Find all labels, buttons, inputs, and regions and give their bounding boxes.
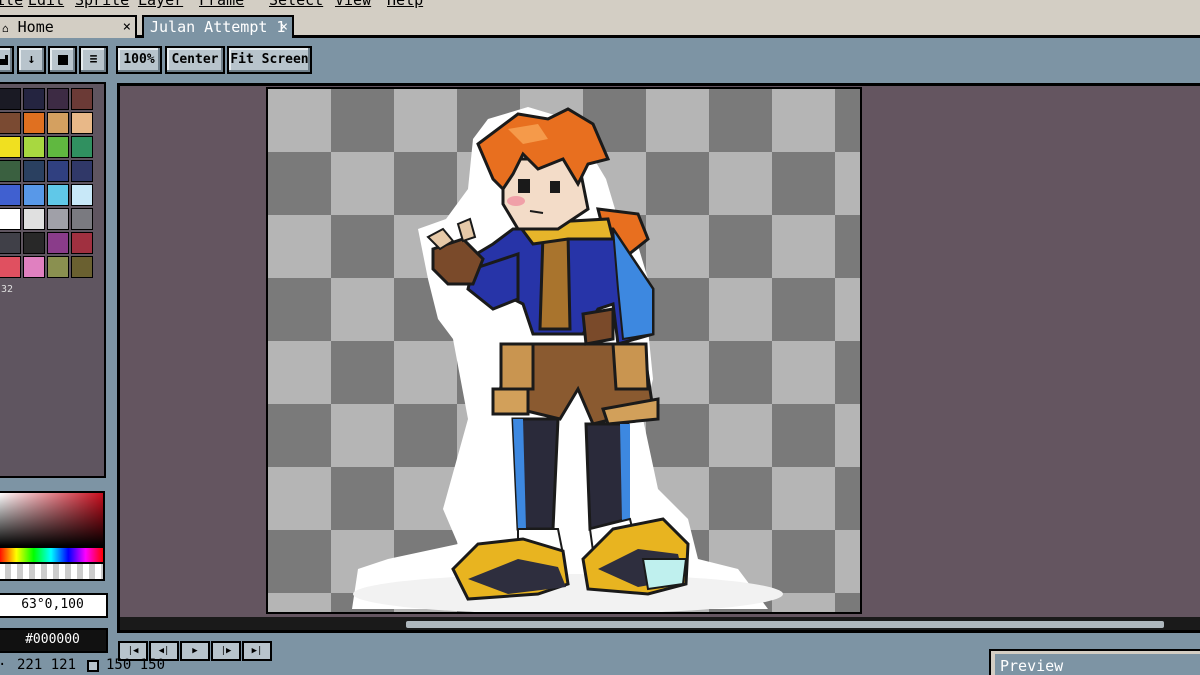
cursor-icon: · (0, 657, 6, 673)
menu-button[interactable]: ≡ (79, 46, 108, 74)
palette-swatch[interactable] (23, 88, 45, 110)
menu-help[interactable]: Help (387, 0, 423, 9)
hue-slider[interactable] (0, 548, 105, 564)
menu-layer[interactable]: Layer (138, 0, 183, 9)
palette-swatch[interactable] (71, 136, 93, 158)
character-sprite (352, 107, 783, 612)
palette-swatch[interactable] (0, 112, 21, 134)
zoom-100-button[interactable]: 100% (116, 46, 162, 74)
palette-swatch[interactable] (0, 184, 21, 206)
palette-swatch[interactable] (47, 160, 69, 182)
import-icon: ↓ (27, 52, 36, 67)
palette-swatch[interactable] (71, 184, 93, 206)
menu-file[interactable]: File (0, 0, 23, 9)
menu-select[interactable]: Select (269, 0, 323, 9)
layer-icon (57, 55, 68, 65)
palette-swatch[interactable] (23, 232, 45, 254)
save-icon (0, 55, 8, 65)
tab-julan-label: Julan Attempt 1 (150, 18, 286, 36)
home-icon: ⌂ (2, 22, 9, 35)
menu-view[interactable]: View (335, 0, 371, 9)
palette-swatch[interactable] (0, 136, 21, 158)
palette-grid (0, 88, 93, 278)
palette-swatch[interactable] (47, 208, 69, 230)
play-button[interactable]: ▶ (180, 641, 210, 661)
palette-swatch[interactable] (0, 208, 21, 230)
alpha-slider[interactable] (0, 564, 105, 581)
palette-swatch[interactable] (47, 88, 69, 110)
palette-swatch[interactable] (23, 136, 45, 158)
palette-swatch[interactable] (23, 160, 45, 182)
palette-swatch[interactable] (71, 112, 93, 134)
tab-bar: ⌂ Home × Julan Attempt 1 × (0, 10, 1200, 38)
editor-area[interactable] (117, 83, 1200, 633)
palette-swatch[interactable] (47, 136, 69, 158)
hex-color-field[interactable]: #000000 (0, 628, 108, 653)
palette-swatch[interactable] (0, 160, 21, 182)
preview-title: Preview (995, 654, 1200, 675)
palette-swatch[interactable] (71, 232, 93, 254)
palette-swatch[interactable] (23, 256, 45, 278)
sprite-size-icon (87, 660, 99, 672)
layer-button[interactable] (48, 46, 77, 74)
cursor-position: 221 121 (17, 657, 77, 673)
close-icon[interactable]: × (280, 17, 288, 37)
palette-swatch[interactable] (23, 112, 45, 134)
palette-swatch[interactable] (71, 256, 93, 278)
palette-swatch[interactable] (47, 256, 69, 278)
palette-swatch[interactable] (47, 232, 69, 254)
palette-swatch[interactable] (23, 184, 45, 206)
palette-swatch[interactable] (0, 88, 21, 110)
import-button[interactable]: ↓ (17, 46, 46, 74)
menu-sprite[interactable]: Sprite (75, 0, 129, 9)
hsv-field[interactable]: 63°0,100 (0, 593, 108, 618)
palette-panel: 32 (0, 82, 106, 478)
palette-swatch[interactable] (71, 160, 93, 182)
palette-swatch[interactable] (0, 232, 21, 254)
palette-count: 32 (1, 284, 14, 295)
saturation-value-picker[interactable] (0, 491, 105, 548)
toolbar: ↓ ≡ 100% Center Fit Screen (0, 41, 1200, 79)
save-button[interactable] (0, 46, 14, 74)
preview-window[interactable]: Preview (989, 649, 1200, 675)
close-icon[interactable]: × (123, 17, 131, 37)
palette-swatch[interactable] (47, 184, 69, 206)
sprite-size: 150 150 (106, 657, 166, 673)
next-frame-button[interactable]: |▶ (211, 641, 241, 661)
scrollbar-thumb[interactable] (406, 621, 1164, 628)
last-frame-button[interactable]: ▶| (242, 641, 272, 661)
palette-swatch[interactable] (71, 88, 93, 110)
tab-home[interactable]: ⌂ Home × (0, 15, 137, 38)
palette-swatch[interactable] (0, 256, 21, 278)
menu-icon: ≡ (89, 52, 98, 67)
sprite-canvas[interactable] (266, 87, 862, 614)
fit-screen-button[interactable]: Fit Screen (227, 46, 312, 74)
menu-frame[interactable]: Frame (199, 0, 244, 9)
horizontal-scrollbar[interactable] (120, 617, 1200, 630)
palette-swatch[interactable] (23, 208, 45, 230)
tab-julan-attempt[interactable]: Julan Attempt 1 × (142, 15, 294, 38)
center-button[interactable]: Center (165, 46, 225, 74)
menu-bar: File Edit Sprite Layer Frame Select View… (0, 0, 1200, 10)
palette-swatch[interactable] (47, 112, 69, 134)
menu-edit[interactable]: Edit (28, 0, 64, 9)
palette-swatch[interactable] (71, 208, 93, 230)
tab-home-label: Home (17, 18, 54, 36)
